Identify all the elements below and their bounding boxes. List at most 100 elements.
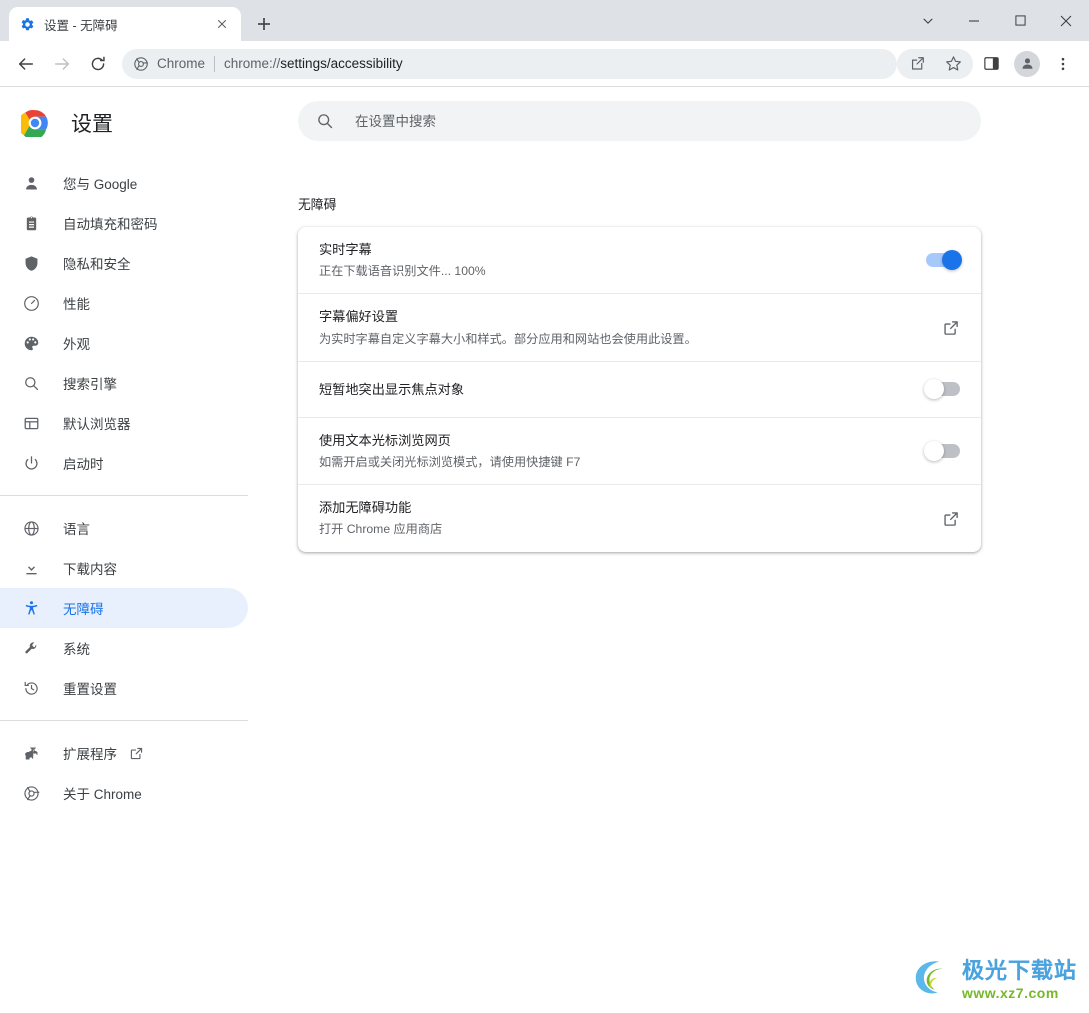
title-bar: 设置 - 无障碍 [0,0,1089,41]
star-icon[interactable] [937,48,969,80]
chrome-outline-icon [133,56,149,72]
toggle-knob [924,379,944,400]
sidebar-item-accessibility[interactable]: 无障碍 [0,588,248,628]
sidebar-item-label: 关于 Chrome [63,787,142,802]
person-icon [21,173,41,193]
sidebar-item-extensions[interactable]: 扩展程序 [0,733,248,773]
sidebar-item-default-browser[interactable]: 默认浏览器 [0,403,248,443]
setting-row-highlight-focus[interactable]: 短暂地突出显示焦点对象 [298,360,981,417]
settings-header: 设置 [0,97,290,149]
external-link-icon[interactable] [942,510,960,528]
omnibox-url: chrome://settings/accessibility [224,56,403,71]
browser-tab[interactable]: 设置 - 无障碍 [9,7,241,41]
browser-window: 设置 - 无障碍 Chrome chrome://settings/access… [0,0,1089,1013]
sidebar-item-label: 隐私和安全 [63,257,131,272]
forward-arrow-icon[interactable] [46,48,78,80]
row-subtitle: 为实时字幕自定义字幕大小和样式。部分应用和网站也会使用此设置。 [319,331,697,346]
row-control [942,319,960,337]
sidebar-item-downloads[interactable]: 下载内容 [0,548,248,588]
sidebar-item-privacy[interactable]: 隐私和安全 [0,243,248,283]
search-input[interactable] [355,113,963,129]
setting-row-live-caption[interactable]: 实时字幕 正在下载语音识别文件... 100% [298,227,981,293]
three-dot-menu-icon[interactable] [1047,48,1079,80]
sidebar-item-label: 无障碍 [63,602,104,617]
highlight-focus-toggle[interactable] [924,379,960,400]
tab-title: 设置 - 无障碍 [44,18,118,33]
sidebar-item-appearance[interactable]: 外观 [0,323,248,363]
gear-icon [19,16,35,32]
speedometer-icon [21,293,41,313]
reload-icon[interactable] [82,48,114,80]
settings-search-box[interactable] [298,101,981,141]
live-caption-toggle[interactable] [926,240,972,281]
row-title: 添加无障碍功能 [319,500,412,516]
sidebar-item-label: 重置设置 [63,682,117,697]
row-control [942,510,960,528]
tab-strip: 设置 - 无障碍 [0,0,278,41]
sidebar-item-autofill[interactable]: 自动填充和密码 [0,203,248,243]
sidebar-item-search-engine[interactable]: 搜索引擎 [0,363,248,403]
settings-page: 设置 您与 Google 自动填充和密码 隐私和安全 性能 外观 搜索引擎 默认… [0,87,1089,1013]
url-scheme: chrome:// [224,56,281,71]
sidebar-item-system[interactable]: 系统 [0,628,248,668]
sidebar-item-label: 下载内容 [63,562,117,577]
window-controls [905,0,1089,41]
row-text: 使用文本光标浏览网页 如需开启或关闭光标浏览模式，请使用快捷键 F7 [319,431,910,471]
new-tab-button[interactable] [250,10,278,38]
setting-row-caret-browsing[interactable]: 使用文本光标浏览网页 如需开启或关闭光标浏览模式，请使用快捷键 F7 [298,416,981,484]
sidebar-item-label: 您与 Google [63,177,138,192]
wrench-icon [21,638,41,658]
globe-icon [21,518,41,538]
row-text: 添加无障碍功能 打开 Chrome 应用商店 [319,498,926,538]
search-icon [21,373,41,393]
close-icon[interactable] [1043,0,1089,41]
setting-row-caption-preferences[interactable]: 字幕偏好设置 为实时字幕自定义字幕大小和样式。部分应用和网站也会使用此设置。 [298,293,981,360]
sidebar-group-footer: 扩展程序 关于 Chrome [0,733,290,813]
sidebar-item-label: 扩展程序 [63,747,117,762]
sidebar-item-performance[interactable]: 性能 [0,283,248,323]
palette-icon [21,333,41,353]
sidebar-item-about-chrome[interactable]: 关于 Chrome [0,773,248,813]
minimize-icon[interactable] [951,0,997,41]
row-text: 实时字幕 正在下载语音识别文件... 100% [319,240,910,280]
tab-close-icon[interactable] [213,15,231,33]
maximize-icon[interactable] [997,0,1043,41]
sidebar-item-reset-settings[interactable]: 重置设置 [0,668,248,708]
browser-window-icon [21,413,41,433]
row-control [924,379,960,400]
tab-search-chevron-icon[interactable] [905,0,951,41]
sidebar-item-label: 启动时 [63,457,104,472]
row-title: 使用文本光标浏览网页 [319,432,451,448]
row-text: 短暂地突出显示焦点对象 [319,380,910,399]
row-subtitle: 正在下载语音识别文件... 100% [319,264,486,279]
clipboard-icon [21,213,41,233]
section-title: 无障碍 [298,197,337,212]
browser-toolbar: Chrome chrome://settings/accessibility [0,41,1089,87]
share-icon[interactable] [901,48,933,80]
sidebar-item-label: 默认浏览器 [63,417,131,432]
row-title: 短暂地突出显示焦点对象 [319,381,465,397]
url-path: settings/accessibility [280,56,403,71]
sidebar-item-label: 性能 [63,297,90,312]
avatar [1014,50,1040,77]
back-arrow-icon[interactable] [10,48,42,80]
sidebar-item-languages[interactable]: 语言 [0,508,248,548]
row-subtitle: 打开 Chrome 应用商店 [319,522,443,537]
setting-row-add-accessibility-features[interactable]: 添加无障碍功能 打开 Chrome 应用商店 [298,484,981,551]
caret-browsing-toggle[interactable] [924,441,960,462]
download-icon [21,558,41,578]
row-title: 实时字幕 [319,242,372,257]
address-bar[interactable]: Chrome chrome://settings/accessibility [122,48,897,79]
sidebar-item-label: 外观 [63,337,90,352]
omnibox-action-group [897,48,973,80]
sidebar-item-you-and-google[interactable]: 您与 Google [0,163,248,203]
side-panel-icon[interactable] [975,48,1007,80]
row-control [926,240,972,281]
profile-avatar-icon[interactable] [1011,48,1043,80]
sidebar-group-general: 您与 Google 自动填充和密码 隐私和安全 性能 外观 搜索引擎 默认浏览器… [0,163,290,483]
toggle-wrapper [926,240,972,281]
external-link-icon[interactable] [942,319,960,337]
sidebar-item-on-startup[interactable]: 启动时 [0,443,248,483]
sidebar-divider-2 [0,720,248,721]
sidebar-item-label: 语言 [63,522,90,537]
